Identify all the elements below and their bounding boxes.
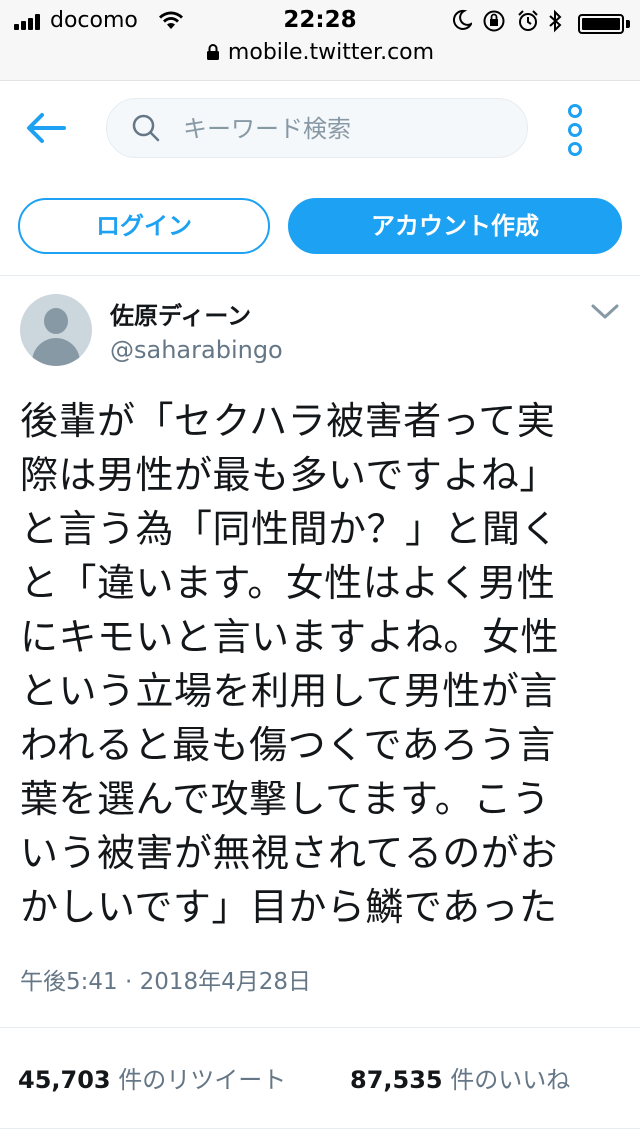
likes-label: 件のいいね bbox=[450, 1066, 571, 1094]
tweet-text-line: と「違います。女性はよく男性 bbox=[20, 561, 556, 605]
alarm-icon bbox=[516, 9, 540, 37]
status-bar: docomo 22:28 mobile.twitter.com bbox=[0, 0, 640, 81]
search-input[interactable] bbox=[181, 109, 515, 149]
tweet-text-line: 際は男性が最も多いですよね」 bbox=[20, 453, 558, 497]
rotation-lock-icon bbox=[482, 9, 506, 37]
tweet-text: 後輩が「セクハラ被害者って実 際は男性が最も多いですよね」 と言う為「同性間か？… bbox=[20, 394, 620, 934]
tweet-text-line: という立場を利用して男性が言 bbox=[20, 669, 558, 713]
retweets-stat[interactable]: 45,703 件のリツイート bbox=[18, 1060, 286, 1095]
likes-count: 87,535 bbox=[350, 1066, 443, 1094]
tweet-text-line: 後輩が「セクハラ被害者って実 bbox=[20, 399, 556, 443]
login-button[interactable]: ログイン bbox=[18, 198, 270, 254]
stats-top-divider bbox=[0, 1027, 640, 1028]
bluetooth-icon bbox=[548, 9, 562, 37]
search-box[interactable] bbox=[106, 98, 528, 158]
tweet-text-line: われると最も傷つくであろう言 bbox=[20, 723, 556, 767]
retweets-label: 件のリツイート bbox=[118, 1066, 287, 1094]
url-text: mobile.twitter.com bbox=[227, 40, 435, 65]
user-handle[interactable]: @saharabingo bbox=[110, 336, 283, 364]
tweet-text-line: 葉を選んで攻撃してます。こう bbox=[20, 777, 551, 821]
chevron-down-icon[interactable] bbox=[590, 302, 620, 326]
url-bar[interactable]: mobile.twitter.com bbox=[0, 40, 640, 67]
stats-bottom-divider bbox=[0, 1128, 640, 1129]
search-icon bbox=[131, 113, 161, 147]
back-arrow-icon[interactable] bbox=[24, 110, 68, 146]
tweet-text-line: と言う為「同性間か？」と聞く bbox=[20, 507, 560, 551]
tweet-timestamp[interactable]: 午後5:41 · 2018年4月28日 bbox=[20, 962, 311, 996]
battery-icon bbox=[578, 14, 624, 34]
signup-button[interactable]: アカウント作成 bbox=[288, 198, 622, 254]
header-divider bbox=[0, 275, 640, 276]
display-name[interactable]: 佐原ディーン bbox=[110, 296, 251, 331]
likes-stat[interactable]: 87,535 件のいいね bbox=[350, 1060, 570, 1095]
retweets-count: 45,703 bbox=[18, 1066, 111, 1094]
lock-icon bbox=[206, 42, 220, 67]
more-options-icon[interactable] bbox=[560, 102, 590, 158]
battery-tip bbox=[626, 20, 630, 28]
tweet-text-line: かしいです」目から鱗であった bbox=[20, 885, 558, 929]
tweet-text-line: いう被害が無視されてるのがお bbox=[20, 831, 558, 875]
tweet-text-line: にキモいと言いますよね。女性 bbox=[20, 615, 560, 659]
avatar[interactable] bbox=[20, 294, 92, 366]
moon-icon bbox=[452, 9, 474, 35]
